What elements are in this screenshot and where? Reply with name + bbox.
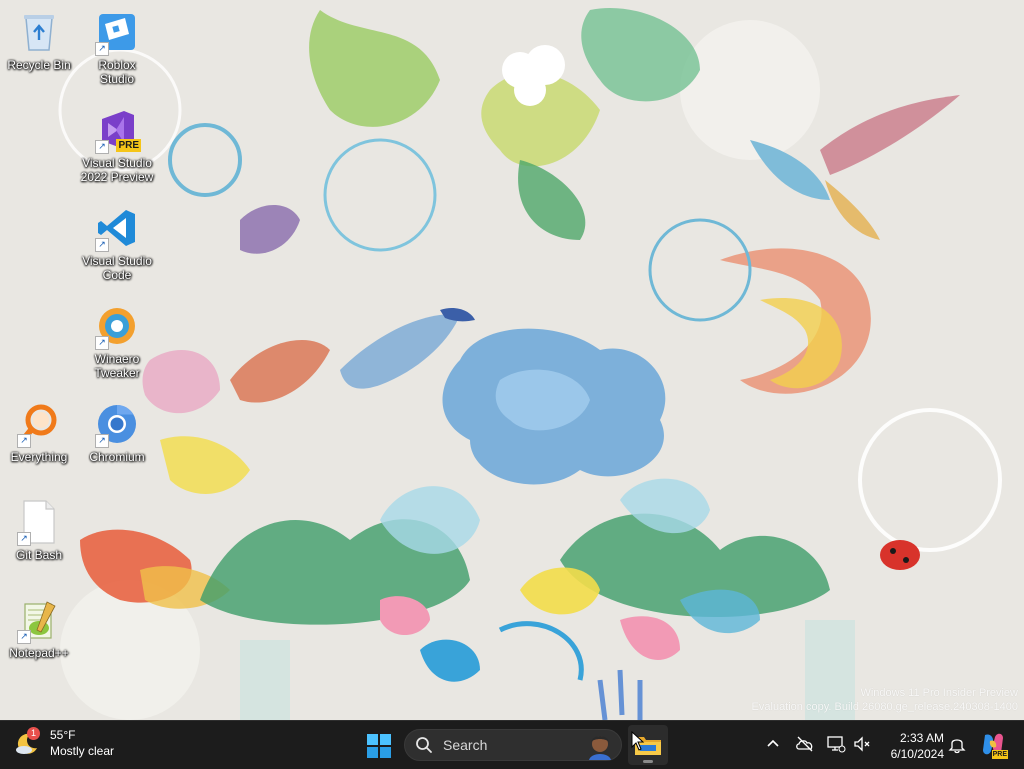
- notification-bell-icon[interactable]: [947, 734, 967, 754]
- start-button[interactable]: [366, 733, 392, 759]
- desktop-icon-everything[interactable]: ↗ Everything: [2, 400, 76, 464]
- shortcut-arrow-icon: ↗: [17, 434, 31, 448]
- desktop-icon-roblox-studio[interactable]: ↗ Roblox Studio: [80, 8, 154, 86]
- search-input[interactable]: [441, 736, 565, 754]
- desktop-icon-git-bash[interactable]: ↗ Git Bash: [2, 498, 76, 562]
- recycle-bin-icon: [15, 8, 63, 56]
- desktop-icon-label: Winaero Tweaker: [94, 352, 140, 380]
- visual-studio-icon: PRE ↗: [93, 106, 141, 154]
- everything-search-icon: ↗: [15, 400, 63, 448]
- vscode-icon: ↗: [93, 204, 141, 252]
- file-icon: ↗: [15, 498, 63, 546]
- volume-muted-icon[interactable]: [852, 734, 872, 754]
- copilot-icon[interactable]: PRE: [980, 731, 1008, 759]
- weather-temperature: 55°F: [50, 728, 76, 742]
- desktop-icon-recycle-bin[interactable]: Recycle Bin: [2, 8, 76, 72]
- weather-notification-badge: 1: [27, 727, 40, 740]
- system-clock[interactable]: 2:33 AM 6/10/2024: [882, 730, 944, 762]
- desktop-icon-label: Everything: [10, 450, 68, 464]
- shortcut-arrow-icon: ↗: [95, 42, 109, 56]
- preview-badge: PRE: [116, 139, 141, 152]
- winaero-tweaker-icon: ↗: [93, 302, 141, 350]
- shortcut-arrow-icon: ↗: [17, 630, 31, 644]
- shortcut-arrow-icon: ↗: [17, 532, 31, 546]
- watermark-line-build: Evaluation copy. Build 26080.ge_release.…: [751, 701, 1018, 713]
- clock-date: 6/10/2024: [890, 747, 944, 761]
- shortcut-arrow-icon: ↗: [95, 140, 109, 154]
- taskbar: 1 55°F Mostly clear Search 2:33 AM 6/10/…: [0, 720, 1024, 769]
- watermark-line-edition: Windows 11 Pro Insider Preview: [860, 687, 1018, 699]
- build-watermark: Windows 11 Pro Insider Preview Evaluatio…: [752, 686, 1018, 714]
- desktop-icon-label: Chromium: [89, 450, 145, 464]
- desktop-icon-label: Notepad++: [9, 646, 69, 660]
- weather-widget[interactable]: 1 55°F Mostly clear: [14, 727, 114, 759]
- desktop-icon-visual-studio-2022-preview[interactable]: PRE ↗ Visual Studio 2022 Preview: [80, 106, 154, 184]
- desktop-icon-label: Visual Studio 2022 Preview: [80, 156, 154, 184]
- windows-logo-icon: [367, 734, 391, 758]
- desktop-icon-label: Recycle Bin: [7, 58, 71, 72]
- desktop-icon-notepad-plus-plus[interactable]: ↗ Notepad++: [2, 596, 76, 660]
- desktop-icon-label: Visual Studio Code: [82, 254, 152, 282]
- desktop-icon-label: Roblox Studio: [98, 58, 136, 86]
- desktop-icon-label: Git Bash: [15, 548, 63, 562]
- show-hidden-icons-chevron-icon[interactable]: [763, 734, 783, 754]
- shortcut-arrow-icon: ↗: [95, 434, 109, 448]
- mouse-cursor-icon: [631, 731, 645, 751]
- desktop-icon-visual-studio-code[interactable]: ↗ Visual Studio Code: [80, 204, 154, 282]
- desktop-icon-winaero-tweaker[interactable]: ↗ Winaero Tweaker: [80, 302, 154, 380]
- weather-moon-icon: 1: [14, 727, 40, 756]
- onedrive-offline-icon[interactable]: [795, 734, 815, 754]
- network-icon[interactable]: [826, 734, 846, 754]
- weather-condition: Mostly clear: [50, 744, 115, 758]
- desktop-icon-chromium[interactable]: ↗ Chromium: [80, 400, 154, 464]
- shortcut-arrow-icon: ↗: [95, 336, 109, 350]
- search-highlight-illustration-icon: [589, 736, 611, 760]
- shortcut-arrow-icon: ↗: [95, 238, 109, 252]
- search-icon: [416, 737, 432, 753]
- notepad-plus-plus-icon: ↗: [15, 596, 63, 644]
- roblox-studio-icon: ↗: [93, 8, 141, 56]
- chromium-icon: ↗: [93, 400, 141, 448]
- taskbar-search[interactable]: [404, 729, 622, 761]
- running-indicator: [643, 760, 653, 763]
- copilot-preview-badge: PRE: [991, 750, 1008, 759]
- clock-time: 2:33 AM: [899, 731, 944, 745]
